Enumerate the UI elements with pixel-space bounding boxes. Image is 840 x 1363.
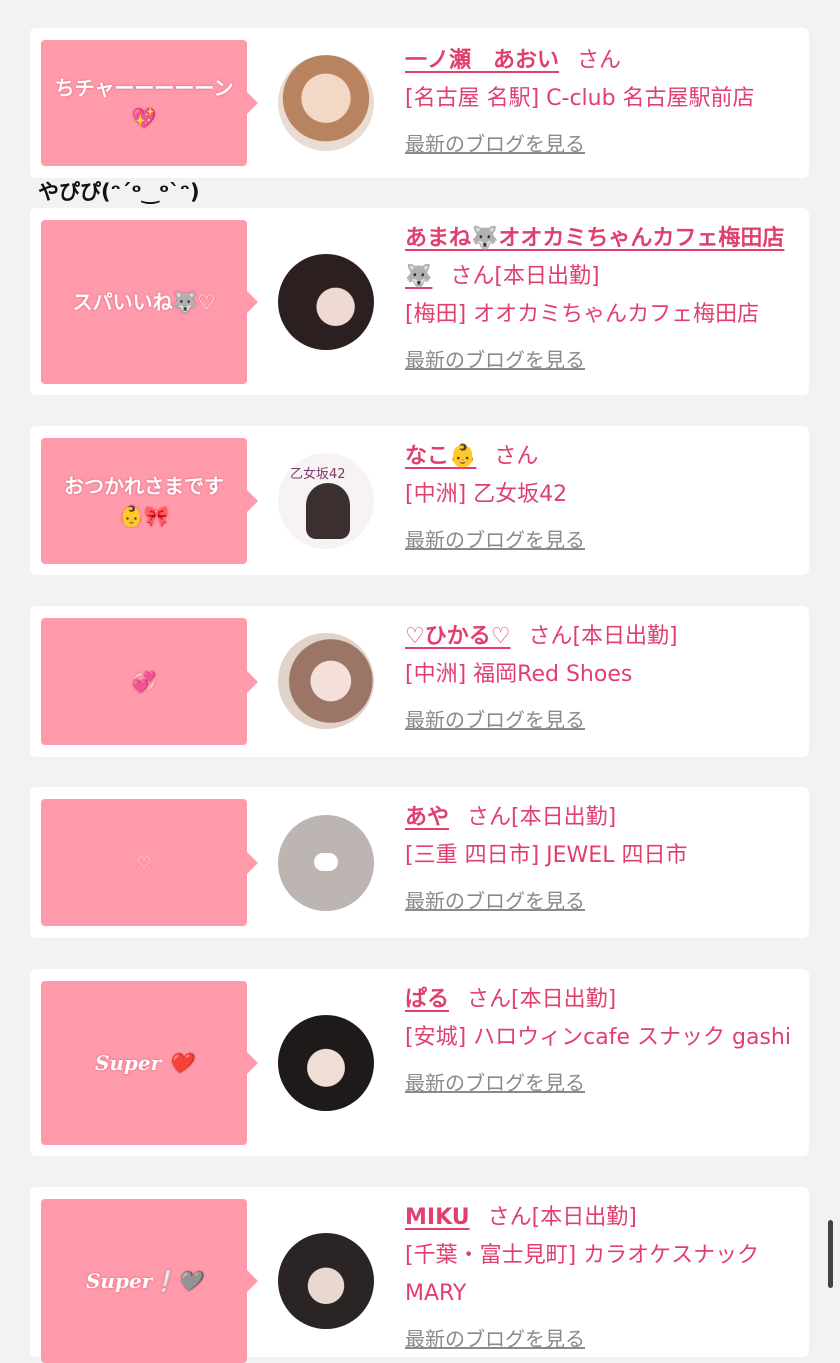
comment-bubble: おつかれさまです 👶🎀 xyxy=(41,438,258,564)
comment-text: Super ❤️ xyxy=(94,1051,194,1075)
girl-name-link[interactable]: ♡ひかる♡ xyxy=(405,624,510,649)
latest-blog-link[interactable]: 最新のブログを見る xyxy=(405,524,585,553)
comment-text: Super❕🩶 xyxy=(85,1269,203,1293)
overlay-kaomoji: やぴぴ(ᵔ´ᵒ‿ᵒ`ᵔ) xyxy=(38,180,200,204)
comment-text: 💞 xyxy=(131,669,157,694)
shop-label: [中洲] 乙女坂42 xyxy=(405,482,568,507)
shop-label: [千葉・富士見町] カラオケスナック MARY xyxy=(405,1243,760,1306)
comment-bubble: 💞 xyxy=(41,618,258,745)
blog-card: Super❕🩶 MIKU さん[本日出勤] [千葉・富士見町] カラオケスナック … xyxy=(30,1187,809,1363)
comment-bubble: Super ❤️ xyxy=(41,981,258,1145)
avatar[interactable] xyxy=(278,254,374,350)
blog-card: スパいいね🐺♡ あまね🐺オオカミちゃんカフェ梅田店🐺 さん[本日出勤] [梅田] … xyxy=(30,208,809,395)
name-suffix: さん[本日出勤] xyxy=(487,1205,637,1230)
latest-blog-link[interactable]: 最新のブログを見る xyxy=(405,344,585,373)
girl-name-link[interactable]: MIKU xyxy=(405,1205,470,1230)
avatar[interactable] xyxy=(278,1015,374,1111)
blog-card: おつかれさまです 👶🎀 乙女坂42 なこ👶 さん [中洲] 乙女坂42 最新のブロ… xyxy=(30,426,809,575)
shop-logo-text: 乙女坂42 xyxy=(290,467,346,482)
bear-face-icon xyxy=(314,853,338,871)
name-suffix: さん xyxy=(494,444,539,469)
latest-blog-link[interactable]: 最新のブログを見る xyxy=(405,704,585,733)
avatar[interactable] xyxy=(278,1233,374,1329)
girl-name-link[interactable]: なこ👶 xyxy=(405,444,476,469)
girl-name-link[interactable]: あや xyxy=(405,805,449,830)
blog-card: Super ❤️ ぱる さん[本日出勤] [安城] ハロウィンcafe スナック … xyxy=(30,969,809,1156)
name-suffix: さん xyxy=(577,48,622,73)
scrollbar[interactable] xyxy=(828,1220,833,1288)
blog-card: ♡ あや さん[本日出勤] [三重 四日市] JEWEL 四日市 最新のブログを見… xyxy=(30,787,809,938)
blog-card: ちチャーーーーーン💖 一ノ瀬 あおい さん [名古屋 名駅] C-club 名古屋… xyxy=(30,28,809,178)
avatar[interactable]: 乙女坂42 xyxy=(278,453,374,549)
name-suffix: さん[本日出勤] xyxy=(467,987,617,1012)
shop-label: [名古屋 名駅] C-club 名古屋駅前店 xyxy=(405,86,755,111)
blog-card: 💞 ♡ひかる♡ さん[本日出勤] [中洲] 福岡Red Shoes 最新のブログを… xyxy=(30,606,809,757)
comment-bubble: ちチャーーーーーン💖 xyxy=(41,40,258,166)
name-suffix: さん[本日出勤] xyxy=(467,805,617,830)
comment-bubble: Super❕🩶 xyxy=(41,1199,258,1363)
latest-blog-link[interactable]: 最新のブログを見る xyxy=(405,885,585,914)
avatar[interactable] xyxy=(278,633,374,729)
comment-text: ちチャーーーーーン💖 xyxy=(54,76,234,130)
latest-blog-link[interactable]: 最新のブログを見る xyxy=(405,128,585,157)
comment-text: スパいいね🐺♡ xyxy=(72,290,216,314)
girl-name-link[interactable]: ぱる xyxy=(405,987,449,1012)
shop-label: [中洲] 福岡Red Shoes xyxy=(405,662,633,687)
shop-label: [安城] ハロウィンcafe スナック gashi xyxy=(405,1025,791,1050)
latest-blog-link[interactable]: 最新のブログを見る xyxy=(405,1323,585,1352)
name-suffix: さん[本日出勤] xyxy=(528,624,678,649)
shop-label: [三重 四日市] JEWEL 四日市 xyxy=(405,843,688,868)
name-suffix: さん[本日出勤] xyxy=(450,264,600,289)
latest-blog-link[interactable]: 最新のブログを見る xyxy=(405,1067,585,1096)
comment-text: ♡ xyxy=(136,852,152,872)
comment-bubble: ♡ xyxy=(41,799,258,926)
comment-emoji: 👶🎀 xyxy=(119,504,169,528)
avatar[interactable] xyxy=(278,55,374,151)
avatar[interactable] xyxy=(278,815,374,911)
shop-label: [梅田] オオカミちゃんカフェ梅田店 xyxy=(405,302,760,327)
comment-bubble: スパいいね🐺♡ xyxy=(41,220,258,384)
girl-name-link[interactable]: 一ノ瀬 あおい xyxy=(405,48,559,73)
comment-text: おつかれさまです xyxy=(64,474,224,498)
